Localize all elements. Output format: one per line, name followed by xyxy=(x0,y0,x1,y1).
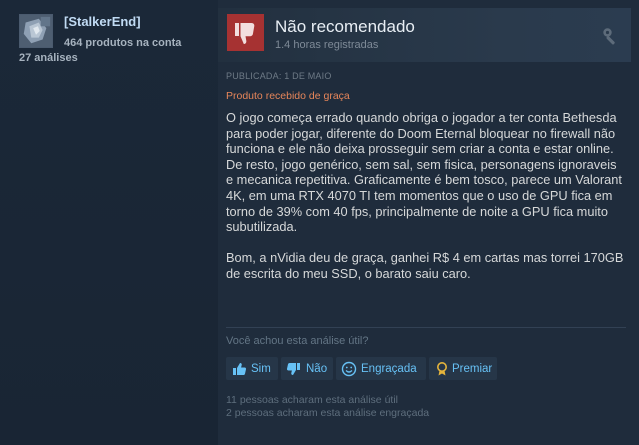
posted-date: PUBLICADA: 1 DE MAIO xyxy=(226,71,332,81)
thumbs-up-icon xyxy=(231,361,247,377)
divider xyxy=(226,327,626,328)
award-button[interactable]: Premiar xyxy=(429,357,497,380)
funny-count: 2 pessoas acharam esta análise engraçada xyxy=(226,407,430,419)
review-paragraph-3: Bom, a nVidia deu de graça, ganhei R$ 4 … xyxy=(226,250,624,281)
vote-no-button[interactable]: Não xyxy=(281,357,333,380)
vote-no-label: Não xyxy=(306,362,328,375)
hours-played: 1.4 horas registradas xyxy=(275,39,379,51)
helpful-question: Você achou esta análise útil? xyxy=(226,335,369,347)
review-count[interactable]: 27 análises xyxy=(19,52,78,64)
verdict-title[interactable]: Não recomendado xyxy=(275,17,415,37)
vote-yes-label: Sim xyxy=(251,362,271,375)
thumbs-down-icon xyxy=(286,361,302,377)
vote-funny-label: Engraçada xyxy=(361,362,417,375)
products-owned[interactable]: 464 produtos na conta xyxy=(64,37,181,49)
wrench-icon[interactable] xyxy=(602,27,620,45)
free-product-label: Produto recebido de graça xyxy=(226,90,350,102)
thumbs-down-icon xyxy=(227,14,264,51)
helpful-count: 11 pessoas acharam esta análise útil xyxy=(226,394,398,406)
avatar[interactable] xyxy=(19,14,53,48)
review-paragraph-1: O jogo começa errado quando obriga o jog… xyxy=(226,110,617,157)
avatar-image xyxy=(20,15,52,47)
author-name[interactable]: [StalkerEnd] xyxy=(64,14,141,29)
review-paragraph-2: De resto, jogo genérico, sem sal, sem fi… xyxy=(226,156,622,235)
review-body: O jogo começa errado quando obriga o jog… xyxy=(226,110,626,282)
award-icon xyxy=(434,361,450,377)
award-label: Premiar xyxy=(452,362,493,375)
vote-yes-button[interactable]: Sim xyxy=(226,357,278,380)
vote-funny-button[interactable]: Engraçada xyxy=(336,357,426,380)
smiley-icon xyxy=(341,361,357,377)
